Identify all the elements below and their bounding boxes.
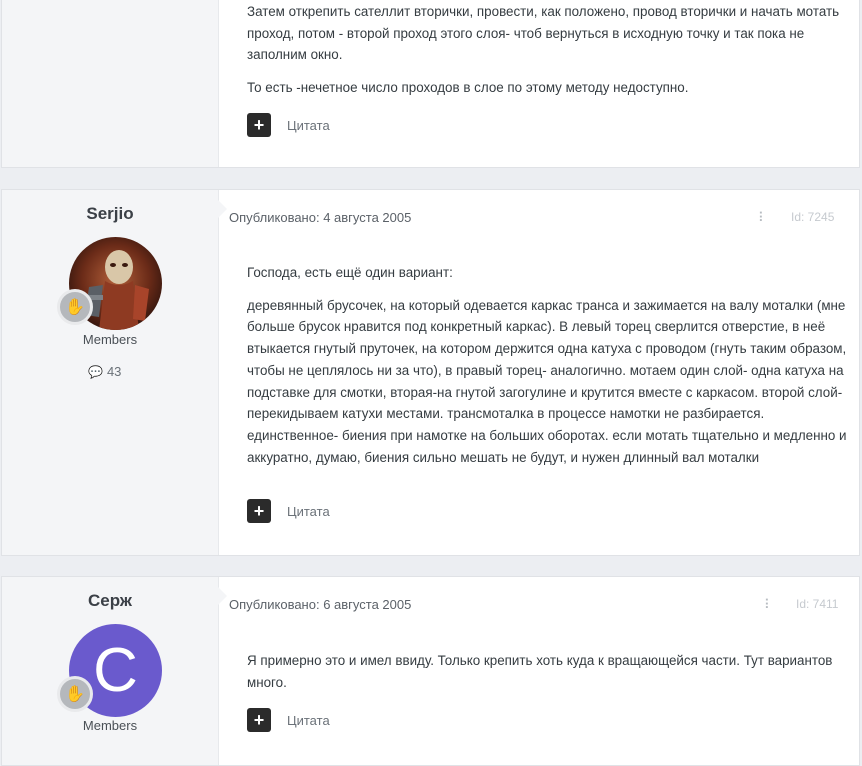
post-paragraph: Я примерно это и имел ввиду. Только креп… bbox=[247, 653, 833, 690]
multiquote-plus-button[interactable]: + bbox=[247, 708, 271, 732]
post-paragraph: Затем открепить сателлит вторички, прове… bbox=[247, 4, 840, 63]
post-id: Id: 7245 bbox=[791, 210, 835, 224]
rank-hand-icon: ✋ bbox=[65, 299, 85, 316]
post-count: 💬 43 bbox=[88, 364, 121, 379]
post-pointer bbox=[218, 200, 227, 218]
author-name[interactable]: Серж bbox=[2, 591, 218, 611]
share-icon[interactable]: ⠇ bbox=[764, 597, 774, 613]
post-1: Затем открепить сателлит вторички, прове… bbox=[1, 0, 860, 168]
plus-icon: + bbox=[253, 501, 265, 521]
post-paragraph: То есть -нечетное число проходов в слое … bbox=[247, 80, 689, 96]
member-group: Members bbox=[82, 332, 138, 347]
post-paragraph: деревянный брусочек, на который одеваетс… bbox=[247, 297, 847, 465]
quote-row[interactable]: + Цитата bbox=[247, 113, 330, 137]
plus-icon: + bbox=[253, 710, 265, 730]
post-id: Id: 7411 bbox=[796, 597, 839, 611]
comment-icon: 💬 bbox=[88, 364, 103, 379]
author-column bbox=[2, 0, 219, 167]
post-count-value: 43 bbox=[106, 364, 122, 379]
member-group: Members bbox=[82, 718, 138, 733]
post-pointer bbox=[218, 587, 227, 605]
avatar-letter: С bbox=[93, 636, 138, 705]
post-paragraph: Господа, есть ещё один вариант: bbox=[247, 265, 453, 280]
post-2: Serjio ✋ Members 💬 43 Опубликовано: 4 ав… bbox=[1, 189, 860, 556]
share-icon[interactable]: ⠇ bbox=[758, 210, 768, 226]
post-content: Затем открепить сателлит вторички, прове… bbox=[247, 1, 847, 110]
multiquote-plus-button[interactable]: + bbox=[247, 499, 271, 523]
quote-button[interactable]: Цитата bbox=[287, 713, 330, 728]
post-date[interactable]: Опубликовано: 6 августа 2005 bbox=[229, 597, 411, 612]
author-name[interactable]: Serjio bbox=[2, 204, 218, 224]
post-content: Я примерно это и имел ввиду. Только креп… bbox=[247, 650, 847, 704]
post-content: Господа, есть ещё один вариант: деревянн… bbox=[247, 262, 847, 479]
rank-badge: ✋ bbox=[57, 289, 93, 325]
plus-icon: + bbox=[253, 115, 265, 135]
rank-badge: ✋ bbox=[57, 676, 93, 712]
multiquote-plus-button[interactable]: + bbox=[247, 113, 271, 137]
post-date[interactable]: Опубликовано: 4 августа 2005 bbox=[229, 210, 411, 225]
quote-button[interactable]: Цитата bbox=[287, 118, 330, 133]
rank-hand-icon: ✋ bbox=[65, 686, 85, 703]
quote-row[interactable]: + Цитата bbox=[247, 499, 330, 523]
post-3: Серж С ✋ Members Опубликовано: 6 августа… bbox=[1, 576, 860, 766]
quote-button[interactable]: Цитата bbox=[287, 504, 330, 519]
quote-row[interactable]: + Цитата bbox=[247, 708, 330, 732]
